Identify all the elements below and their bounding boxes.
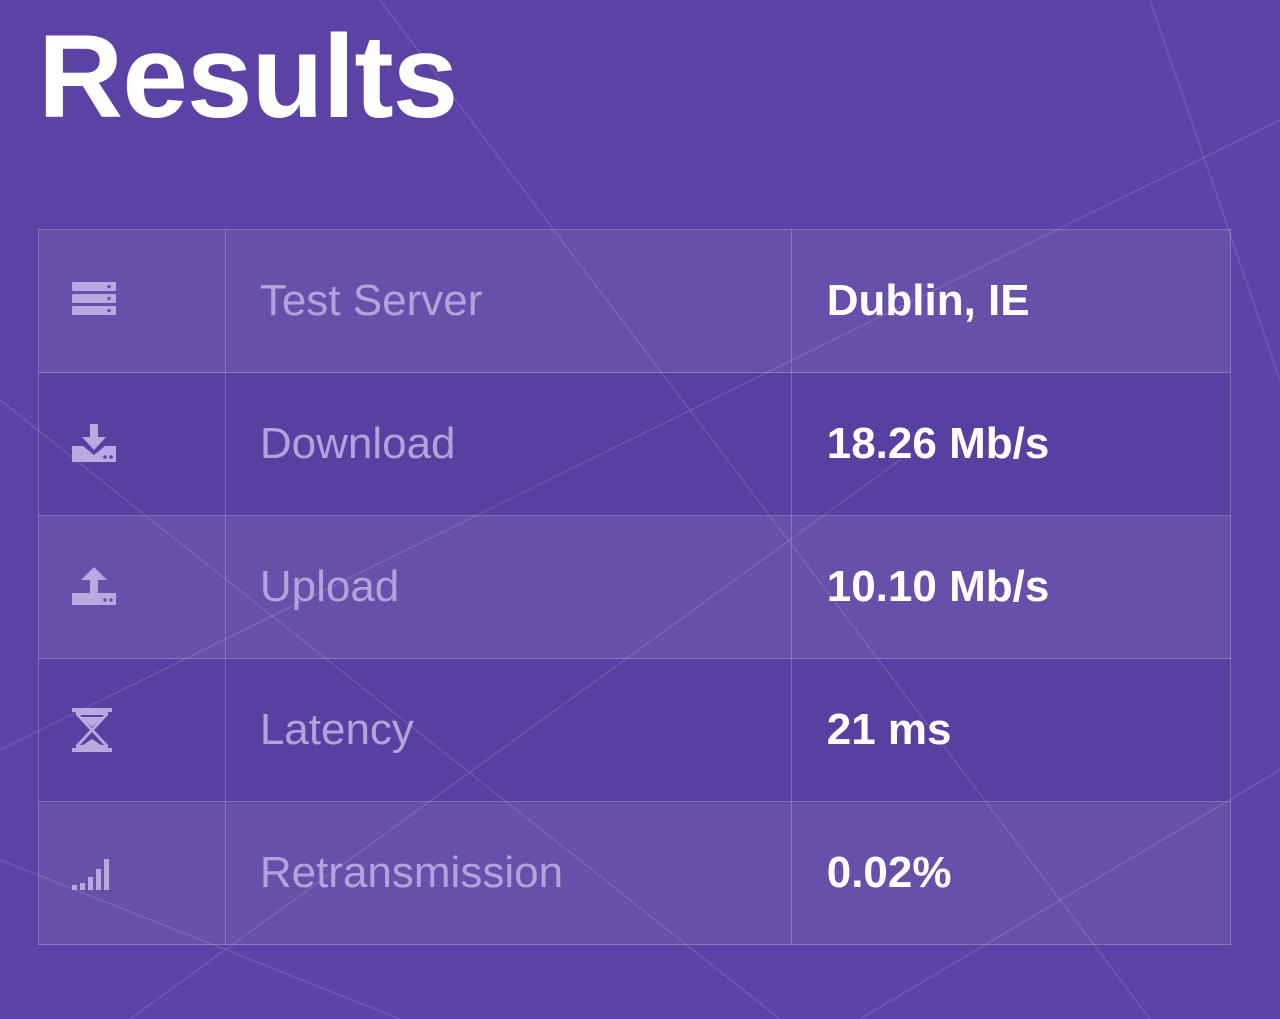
row-icon-cell (38, 658, 226, 802)
metric-value: 10.10 Mb/s (790, 515, 1232, 659)
page-title: Results (38, 11, 458, 143)
table-row: Upload 10.10 Mb/s (38, 515, 1232, 659)
signal-bars-icon (72, 851, 225, 895)
metric-label: Download (224, 372, 792, 516)
upload-icon (72, 565, 225, 609)
metric-label: Latency (224, 658, 792, 802)
server-icon (72, 279, 225, 323)
hourglass-icon (72, 708, 225, 752)
results-table: Test Server Dublin, IE Download 18.26 Mb… (38, 229, 1232, 945)
metric-value: 21 ms (790, 658, 1232, 802)
metric-label: Test Server (224, 229, 792, 373)
row-icon-cell (38, 515, 226, 659)
row-icon-cell (38, 801, 226, 945)
table-row: Test Server Dublin, IE (38, 229, 1232, 373)
metric-value: 0.02% (790, 801, 1232, 945)
row-icon-cell (38, 372, 226, 516)
table-row: Retransmission 0.02% (38, 801, 1232, 945)
table-row: Latency 21 ms (38, 658, 1232, 802)
row-icon-cell (38, 229, 226, 373)
metric-value: Dublin, IE (790, 229, 1232, 373)
metric-label: Retransmission (224, 801, 792, 945)
download-icon (72, 422, 225, 466)
metric-value: 18.26 Mb/s (790, 372, 1232, 516)
table-row: Download 18.26 Mb/s (38, 372, 1232, 516)
metric-label: Upload (224, 515, 792, 659)
